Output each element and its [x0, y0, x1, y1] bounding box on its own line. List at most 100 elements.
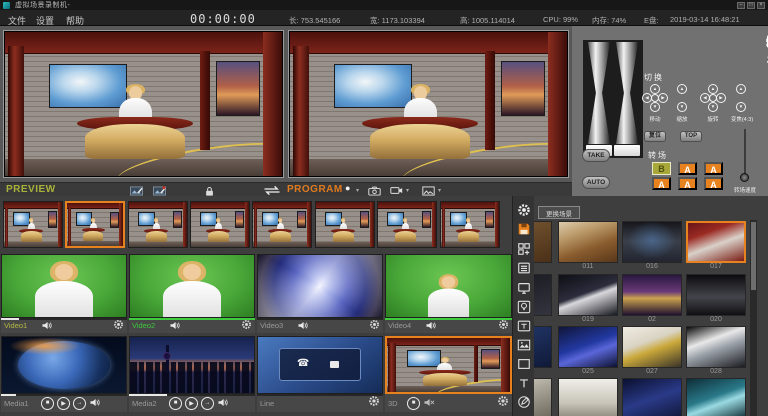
gallery-scene-row4-2[interactable]: [622, 378, 682, 416]
gallery-scene-clipped[interactable]: [534, 378, 552, 416]
play-button[interactable]: ▶: [57, 397, 70, 410]
caption-icon[interactable]: [516, 318, 532, 334]
arrow-up-icon[interactable]: ▲: [736, 84, 746, 94]
t-bar-lever-right[interactable]: [614, 42, 640, 156]
dpad-zoom[interactable]: ▲ ▼: [735, 84, 747, 112]
source-cell-3d[interactable]: 3D ■: [385, 336, 512, 412]
display-icon[interactable]: [516, 280, 532, 296]
gallery-scene-clipped[interactable]: [534, 326, 552, 368]
transition-speed-slider[interactable]: [744, 129, 746, 179]
add-window-icon[interactable]: [516, 241, 532, 257]
dpad-scale[interactable]: ▲ ▼: [676, 84, 688, 112]
scene-strip-thumb-6[interactable]: [315, 201, 375, 248]
picture-dropdown-icon[interactable]: ▾: [438, 187, 441, 194]
arrow-down-icon[interactable]: ▼: [708, 102, 718, 112]
stop-button[interactable]: ■: [407, 397, 420, 410]
line-thumbnail[interactable]: ☎: [257, 336, 383, 394]
arrow-down-icon[interactable]: ▼: [677, 102, 687, 112]
media2-thumbnail[interactable]: [129, 336, 255, 394]
arrow-right-icon[interactable]: ▶: [716, 93, 726, 103]
transition-button-a3[interactable]: A: [704, 162, 723, 175]
dpad-center[interactable]: [651, 94, 659, 102]
transition-button-b[interactable]: B: [652, 162, 671, 175]
transition-button-a2[interactable]: A: [678, 162, 697, 175]
play-button[interactable]: ▶: [185, 397, 198, 410]
maximize-button[interactable]: □: [747, 2, 755, 9]
transition-button-a5[interactable]: A: [678, 177, 697, 190]
source-cell-video4[interactable]: Video4: [385, 254, 512, 333]
t-bar-fader[interactable]: [583, 40, 643, 158]
scene-strip-thumb-1[interactable]: [3, 201, 63, 248]
gallery-scrollbar-thumb[interactable]: [751, 222, 756, 290]
media1-thumbnail[interactable]: [1, 336, 127, 394]
gallery-scene-028[interactable]: [686, 326, 746, 368]
minimize-button[interactable]: –: [737, 2, 745, 9]
gallery-scene-02[interactable]: [622, 274, 682, 316]
scene-strip-thumb-2-selected[interactable]: [65, 201, 125, 248]
gallery-scene-row4-1[interactable]: [558, 378, 618, 416]
gallery-scrollbar[interactable]: [750, 220, 757, 416]
settings-gear-icon[interactable]: [516, 202, 532, 218]
scene-strip-thumb-8[interactable]: [440, 201, 500, 248]
reset-button[interactable]: 复位: [644, 131, 666, 142]
speaker-muted-icon[interactable]: [423, 394, 435, 412]
take-button[interactable]: TAKE: [582, 149, 610, 162]
dpad-center[interactable]: [709, 94, 717, 102]
scene-strip-thumb-5[interactable]: [252, 201, 312, 248]
transition-button-a4[interactable]: A: [652, 177, 671, 190]
speaker-icon[interactable]: [89, 394, 101, 412]
loop-button[interactable]: →: [73, 397, 86, 410]
draw-pen-icon[interactable]: [516, 394, 532, 410]
change-scene-tab[interactable]: 更换场景: [538, 206, 580, 219]
scene-strip-thumb-3[interactable]: [128, 201, 188, 248]
gallery-scene-011[interactable]: [558, 221, 618, 263]
video4-thumbnail[interactable]: [385, 254, 512, 318]
light-icon[interactable]: [516, 299, 532, 315]
transition-speed-slider-thumb[interactable]: [740, 173, 749, 182]
top-button[interactable]: TOP: [680, 131, 702, 142]
dpad-rotate[interactable]: ▲ ▼ ◀ ▶: [700, 84, 726, 112]
gallery-scene-row4-3[interactable]: [686, 378, 746, 416]
source-cell-line[interactable]: ☎ Line: [257, 336, 383, 412]
text-icon[interactable]: [516, 375, 532, 391]
source-cell-media1[interactable]: Media1 ■ ▶ →: [1, 336, 127, 412]
scene-image-icon[interactable]: [516, 337, 532, 353]
save-icon-active[interactable]: [516, 221, 532, 237]
source-cell-media2[interactable]: Media2 ■ ▶ →: [129, 336, 255, 412]
gallery-scene-019[interactable]: [558, 274, 618, 316]
list-icon[interactable]: [516, 260, 532, 276]
record-button[interactable]: ●: [345, 183, 350, 193]
close-button[interactable]: ×: [757, 2, 765, 9]
arrow-right-icon[interactable]: ▶: [658, 93, 668, 103]
video2-thumbnail[interactable]: [129, 254, 255, 318]
gallery-scene-020[interactable]: [686, 274, 746, 316]
scene-strip-thumb-7[interactable]: [377, 201, 437, 248]
arrow-down-icon[interactable]: ▼: [650, 102, 660, 112]
record-dropdown-icon[interactable]: ▾: [356, 187, 359, 194]
scene-strip-thumb-4[interactable]: [190, 201, 250, 248]
video1-thumbnail[interactable]: [1, 254, 127, 318]
gallery-scene-025[interactable]: [558, 326, 618, 368]
arrow-up-icon[interactable]: ▲: [677, 84, 687, 94]
source-cell-video2[interactable]: Video2: [129, 254, 255, 333]
source-cell-video3[interactable]: Video3: [257, 254, 383, 333]
source-cell-video1[interactable]: Video1: [1, 254, 127, 333]
gear-icon[interactable]: [497, 394, 509, 412]
gallery-scene-clipped[interactable]: [534, 274, 552, 316]
stop-button[interactable]: ■: [41, 397, 54, 410]
speaker-icon[interactable]: [217, 394, 229, 412]
video-dropdown-icon[interactable]: ▾: [406, 187, 409, 194]
gear-icon[interactable]: [368, 394, 380, 412]
arrow-down-icon[interactable]: ▼: [736, 102, 746, 112]
t-bar-lever-left[interactable]: [586, 42, 612, 156]
arrow-up-icon[interactable]: ▲: [650, 84, 660, 94]
stop-button[interactable]: ■: [169, 397, 182, 410]
auto-button[interactable]: AUTO: [582, 176, 610, 189]
video3-thumbnail[interactable]: [257, 254, 383, 318]
gallery-scene-016[interactable]: [622, 221, 682, 263]
gallery-scene-clipped[interactable]: [534, 221, 552, 263]
arrow-up-icon[interactable]: ▲: [708, 84, 718, 94]
dpad-move[interactable]: ▲ ▼ ◀ ▶: [642, 84, 668, 112]
3d-thumbnail-selected[interactable]: [385, 336, 512, 394]
gallery-scene-027[interactable]: [622, 326, 682, 368]
